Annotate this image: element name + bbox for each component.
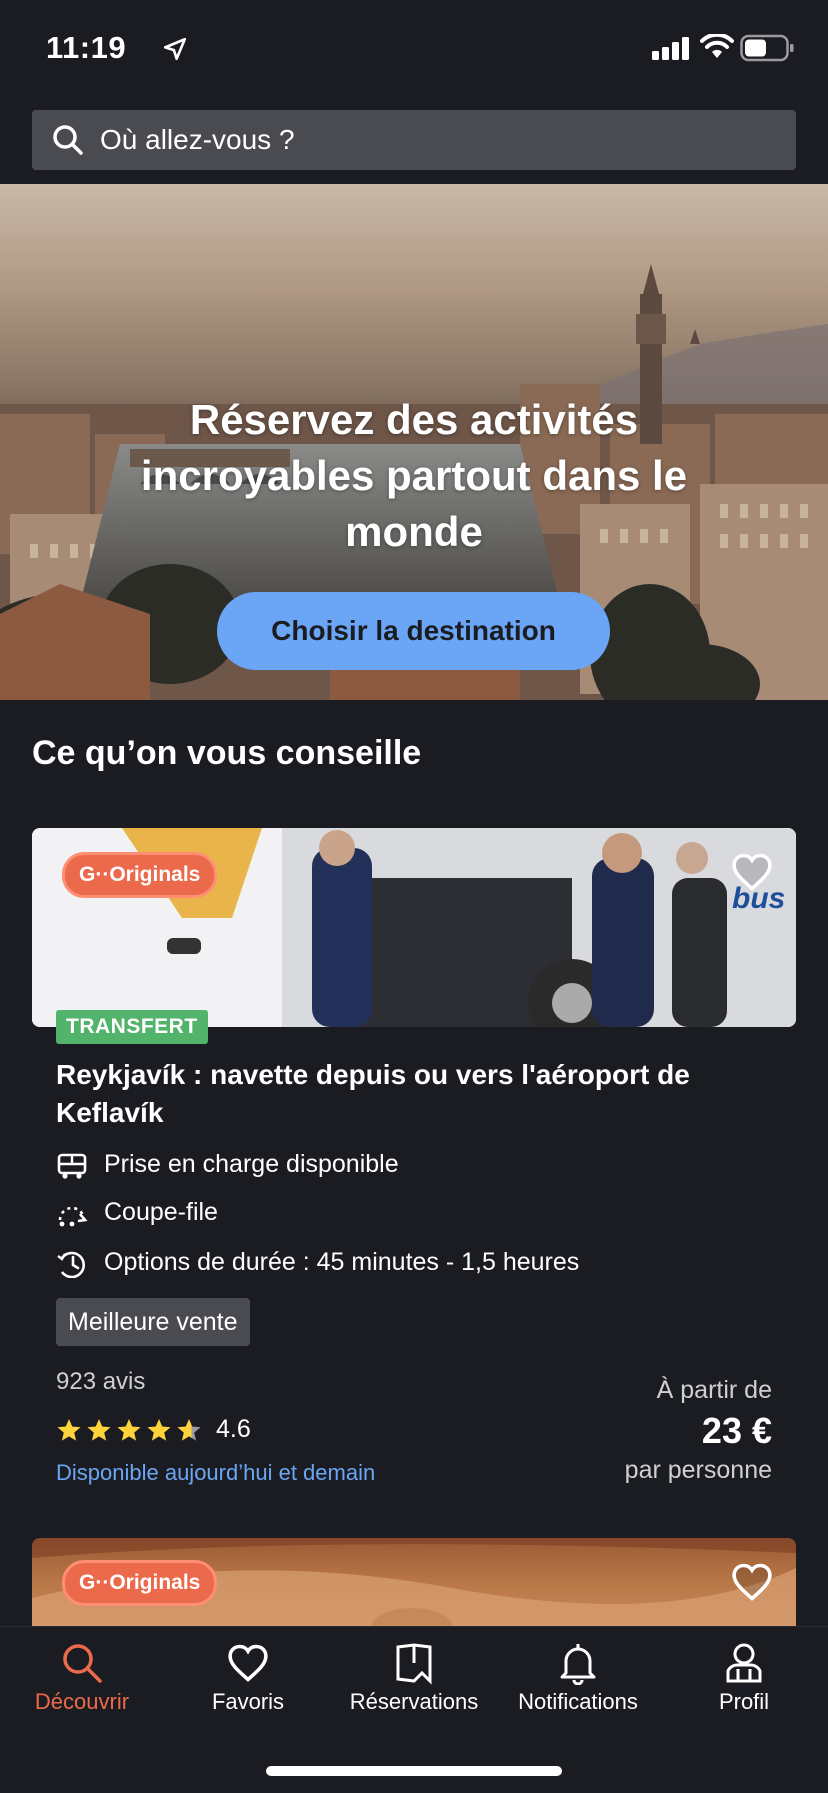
cellular-signal-icon <box>652 37 689 60</box>
tab-favorites[interactable]: Favoris <box>188 1641 308 1715</box>
review-count: 923 avis <box>56 1368 146 1395</box>
price-per-label: par personne <box>624 1456 772 1484</box>
location-arrow-icon <box>163 37 187 61</box>
tab-profile[interactable]: Profil <box>684 1641 804 1715</box>
search-bar[interactable] <box>32 110 796 170</box>
battery-icon <box>740 34 794 62</box>
tab-label: Favoris <box>211 1689 285 1714</box>
price-value: 23 € <box>701 1410 772 1451</box>
bell-icon <box>560 1644 596 1685</box>
star-icon <box>57 1419 201 1441</box>
originals-badge: G··Originals <box>62 1560 218 1606</box>
tab-label: Profil <box>718 1689 770 1714</box>
price-from-label: À partir de <box>656 1376 772 1404</box>
search-icon <box>63 1644 102 1683</box>
choose-destination-button[interactable]: Choisir la destination <box>217 592 610 670</box>
feature-label: Options de durée : 45 minutes - 1,5 heur… <box>104 1248 580 1276</box>
tab-discover[interactable]: Découvrir <box>22 1641 142 1715</box>
rating-stars <box>57 1419 201 1441</box>
section-title: Ce qu’on vous conseille <box>32 734 422 772</box>
skip-line-icon <box>58 1206 88 1227</box>
wifi-icon <box>700 34 734 58</box>
bookmark-icon <box>396 1643 432 1685</box>
favorite-heart-icon[interactable] <box>730 1560 774 1604</box>
feature-label: Coupe-file <box>104 1198 218 1226</box>
activity-image: bus G··Originals <box>32 828 796 1027</box>
home-indicator[interactable] <box>266 1766 562 1776</box>
search-icon <box>53 125 83 155</box>
profile-icon <box>726 1643 762 1683</box>
rating-value: 4.6 <box>216 1415 251 1443</box>
duration-icon <box>57 1251 85 1278</box>
tab-label: Réservations <box>349 1689 479 1714</box>
search-input[interactable] <box>100 110 760 170</box>
bus-icon <box>57 1153 87 1179</box>
availability-text: Disponible aujourd’hui et demain <box>56 1460 376 1485</box>
originals-badge: G··Originals <box>62 852 218 898</box>
tab-label: Notifications <box>518 1689 638 1714</box>
status-time: 11:19 <box>46 30 127 65</box>
activity-card-2[interactable]: G··Originals <box>32 1538 796 1626</box>
status-bar: 11:19 <box>0 0 828 100</box>
hero-banner: Réservez des activités incroyables parto… <box>0 184 828 700</box>
tab-label: Découvrir <box>34 1689 130 1714</box>
hero-headline: Réservez des activités incroyables parto… <box>140 396 688 555</box>
category-tag: TRANSFERT <box>56 1010 208 1044</box>
heart-icon <box>228 1644 268 1682</box>
activity-title[interactable]: Reykjavík : navette depuis ou vers l'aér… <box>56 1056 696 1132</box>
tab-reservations[interactable]: Réservations <box>340 1641 488 1715</box>
best-seller-badge: Meilleure vente <box>56 1298 250 1346</box>
favorite-heart-icon[interactable] <box>730 850 774 894</box>
activity-card[interactable]: bus G··Originals TRANSFERT Reykjavík : n… <box>32 828 796 1528</box>
feature-label: Prise en charge disponible <box>104 1150 399 1178</box>
tab-notifications[interactable]: Notifications <box>508 1641 648 1715</box>
